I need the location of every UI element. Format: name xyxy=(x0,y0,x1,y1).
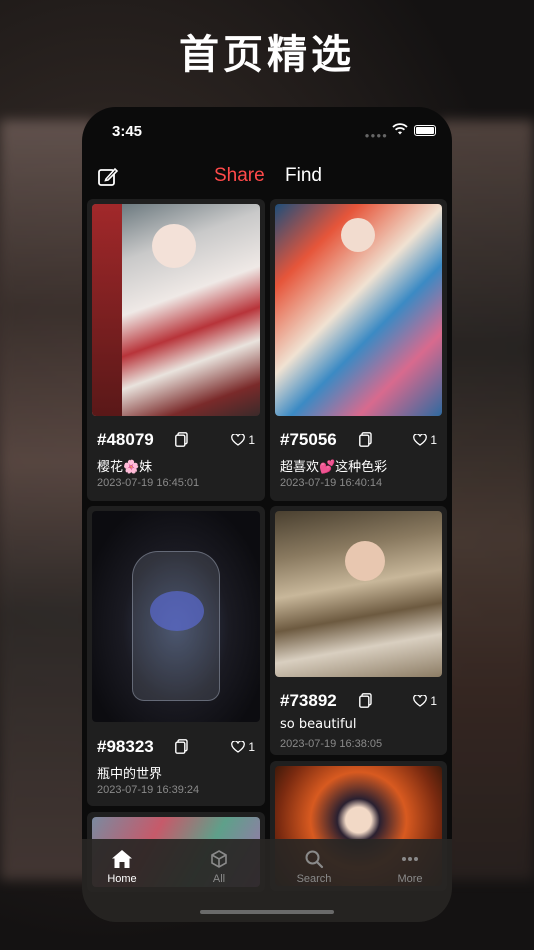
copy-icon[interactable] xyxy=(175,432,188,447)
heart-icon xyxy=(231,741,246,753)
post-id: #98323 xyxy=(97,737,154,756)
background-blur-right xyxy=(439,120,534,880)
tab-home[interactable]: Home xyxy=(92,849,152,885)
like-count-value: 1 xyxy=(430,433,437,447)
like-count-value: 1 xyxy=(248,433,255,447)
like-count[interactable]: 1 xyxy=(413,433,437,447)
like-count-value: 1 xyxy=(248,740,255,754)
signal-icon: ●●●● xyxy=(364,131,388,140)
post-feed[interactable]: #48079 1 樱花🌸妹 2023-07-19 16:45:01 #75056 xyxy=(82,199,452,892)
image-detail xyxy=(345,541,385,581)
tab-home-label: Home xyxy=(107,873,137,885)
status-bar: 3:45 ●●●● xyxy=(82,107,452,155)
battery-icon xyxy=(414,125,436,136)
more-icon xyxy=(402,857,418,861)
top-nav: Share Find xyxy=(82,159,452,199)
image-detail xyxy=(341,218,375,252)
image-detail xyxy=(150,591,204,631)
post-caption: 樱花🌸妹 xyxy=(97,460,153,475)
post-caption: 超喜欢💕这种色彩 xyxy=(280,460,388,475)
heart-icon xyxy=(231,434,246,446)
post-id: #73892 xyxy=(280,691,337,710)
tab-all-label: All xyxy=(212,873,226,885)
post-card[interactable]: #98323 1 瓶中的世界 2023-07-19 16:39:24 xyxy=(87,506,265,806)
post-card[interactable]: #73892 1 so beautiful 2023-07-19 16:38:0… xyxy=(270,506,447,755)
status-time: 3:45 xyxy=(112,123,143,140)
post-card[interactable]: #48079 1 樱花🌸妹 2023-07-19 16:45:01 xyxy=(87,199,265,501)
copy-icon[interactable] xyxy=(359,432,372,447)
like-count-value: 1 xyxy=(430,694,437,708)
post-id: #48079 xyxy=(97,430,154,449)
tab-search-label: Search xyxy=(296,873,332,885)
bottom-tab-bar: Home All Search More xyxy=(82,839,452,922)
edit-icon[interactable] xyxy=(96,165,120,189)
heart-icon xyxy=(413,695,428,707)
wifi-icon xyxy=(392,123,408,135)
search-icon xyxy=(305,850,324,869)
post-image[interactable] xyxy=(92,511,260,722)
like-count[interactable]: 1 xyxy=(231,433,255,447)
background-blur-left xyxy=(0,120,95,880)
post-image[interactable] xyxy=(275,511,442,677)
image-detail xyxy=(92,204,122,416)
phone-frame: 3:45 ●●●● Share Find #48079 1 樱花🌸妹 2023-… xyxy=(82,107,452,922)
tab-more[interactable]: More xyxy=(380,849,440,885)
post-date: 2023-07-19 16:45:01 xyxy=(97,477,200,489)
post-date: 2023-07-19 16:39:24 xyxy=(97,784,200,796)
home-icon xyxy=(112,850,132,868)
post-image[interactable] xyxy=(275,204,442,416)
promo-headline: 首页精选 xyxy=(179,32,355,78)
post-date: 2023-07-19 16:40:14 xyxy=(280,477,383,489)
tab-find[interactable]: Find xyxy=(285,165,322,187)
post-date: 2023-07-19 16:38:05 xyxy=(280,738,383,750)
post-caption: so beautiful xyxy=(280,717,357,732)
tab-search[interactable]: Search xyxy=(284,849,344,885)
tab-more-label: More xyxy=(397,873,423,885)
post-caption: 瓶中的世界 xyxy=(97,767,163,782)
post-id: #75056 xyxy=(280,430,337,449)
post-card[interactable]: #75056 1 超喜欢💕这种色彩 2023-07-19 16:40:14 xyxy=(270,199,447,501)
post-image[interactable] xyxy=(92,204,260,416)
like-count[interactable]: 1 xyxy=(413,694,437,708)
like-count[interactable]: 1 xyxy=(231,740,255,754)
tab-all[interactable]: All xyxy=(189,849,249,885)
cubes-icon xyxy=(211,850,227,868)
image-detail xyxy=(152,224,196,268)
copy-icon[interactable] xyxy=(359,693,372,708)
tab-share[interactable]: Share xyxy=(214,165,265,187)
home-indicator[interactable] xyxy=(200,910,334,914)
heart-icon xyxy=(413,434,428,446)
copy-icon[interactable] xyxy=(175,739,188,754)
